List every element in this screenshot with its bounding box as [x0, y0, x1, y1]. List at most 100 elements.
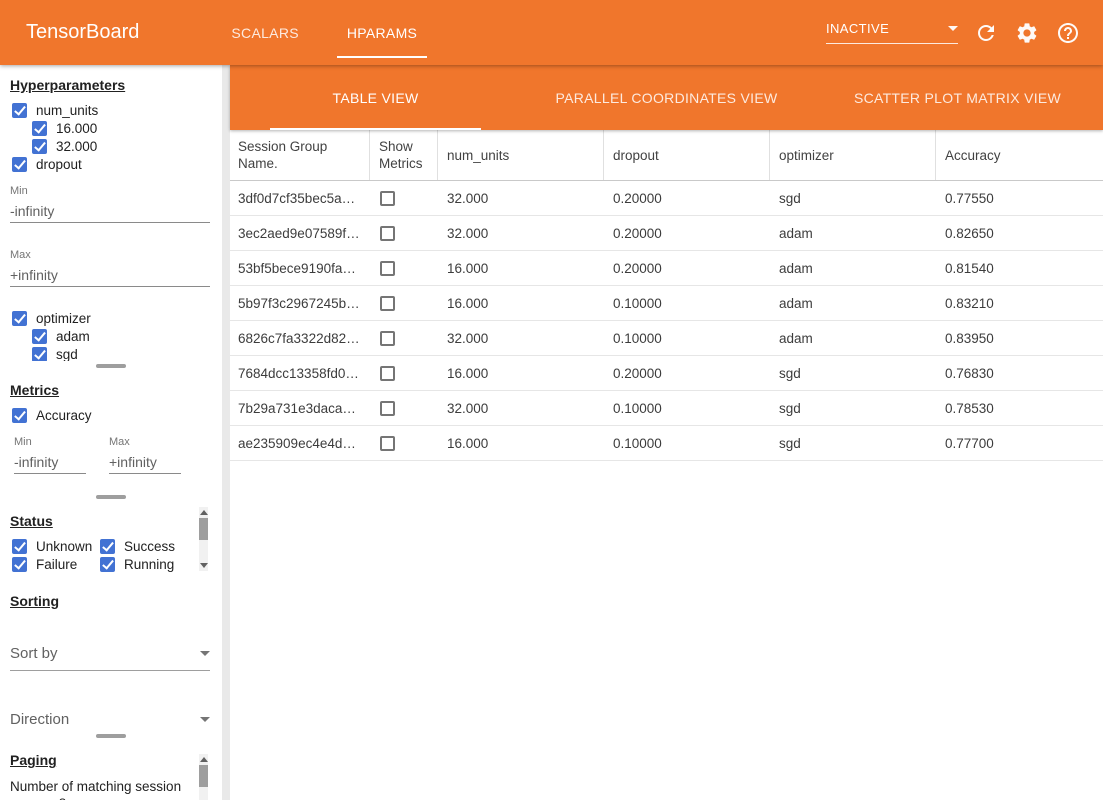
- metrics-max-field: Max: [109, 424, 181, 474]
- dropout-checkbox[interactable]: [12, 157, 27, 172]
- table-row: 5b97f3c2967245b… 16.000 0.10000 adam 0.8…: [230, 286, 1103, 321]
- num-units-32-checkbox[interactable]: [32, 139, 47, 154]
- checkbox-row-optimizer-sgd[interactable]: sgd: [0, 345, 222, 361]
- checkbox-row-num-units[interactable]: num_units: [0, 101, 222, 119]
- status-select-value: INACTIVE: [826, 21, 889, 36]
- scrollbar-thumb[interactable]: [199, 765, 208, 787]
- dropout-min-label: Min: [10, 185, 222, 197]
- table-row: 3ec2aed9e07589f… 32.000 0.20000 adam 0.8…: [230, 216, 1103, 251]
- optimizer-adam-checkbox[interactable]: [32, 329, 47, 344]
- optimizer-cell: adam: [770, 286, 936, 320]
- show-metrics-cell: [370, 321, 438, 355]
- show-metrics-checkbox[interactable]: [380, 436, 395, 451]
- tab-table-view[interactable]: TABLE VIEW: [230, 65, 521, 130]
- show-metrics-checkbox[interactable]: [380, 261, 395, 276]
- optimizer-sgd-checkbox[interactable]: [32, 347, 47, 362]
- scroll-up-icon[interactable]: [200, 510, 208, 515]
- checkbox-row-optimizer-adam[interactable]: adam: [0, 327, 222, 345]
- accuracy-checkbox[interactable]: [12, 408, 27, 423]
- accuracy-cell: 0.83210: [936, 286, 1103, 320]
- optimizer-checkbox[interactable]: [12, 311, 27, 326]
- num-units-16-label: 16.000: [56, 121, 97, 136]
- optimizer-sgd-label: sgd: [56, 347, 78, 362]
- gear-icon: [1015, 21, 1039, 45]
- pane-resize-handle[interactable]: [0, 361, 222, 370]
- app-title: TensorBoard: [0, 0, 165, 65]
- checkbox-row-accuracy[interactable]: Accuracy: [0, 406, 222, 424]
- accuracy-label: Accuracy: [36, 408, 92, 423]
- tab-hparams[interactable]: HPARAMS: [323, 0, 441, 65]
- show-metrics-checkbox[interactable]: [380, 226, 395, 241]
- show-metrics-checkbox[interactable]: [380, 191, 395, 206]
- sort-by-select[interactable]: Sort by: [10, 645, 210, 671]
- status-failure-label: Failure: [36, 557, 77, 572]
- metrics-max-label: Max: [109, 436, 181, 448]
- refresh-icon: [974, 21, 998, 45]
- direction-select[interactable]: Direction: [10, 711, 210, 731]
- dropout-max-input[interactable]: [10, 267, 210, 287]
- show-metrics-checkbox[interactable]: [380, 401, 395, 416]
- metrics-max-input[interactable]: [109, 454, 181, 474]
- status-running-checkbox[interactable]: [100, 557, 115, 572]
- status-select[interactable]: INACTIVE: [826, 21, 958, 44]
- hyperparameters-pane: Hyperparameters num_units 16.000 32.000 …: [0, 65, 222, 361]
- dropout-cell: 0.20000: [604, 181, 770, 215]
- show-metrics-cell: [370, 356, 438, 390]
- session-group-name-cell: 53bf5bece9190fa…: [230, 251, 370, 285]
- help-button[interactable]: [1055, 20, 1081, 46]
- refresh-button[interactable]: [973, 20, 999, 46]
- checkbox-row-status-unknown[interactable]: Unknown: [0, 537, 88, 555]
- num-units-cell: 16.000: [438, 356, 604, 390]
- metrics-min-input[interactable]: [14, 454, 86, 474]
- show-metrics-cell: [370, 216, 438, 250]
- scroll-up-icon[interactable]: [200, 757, 208, 762]
- show-metrics-checkbox[interactable]: [380, 296, 395, 311]
- app-header: TensorBoard SCALARS HPARAMS INACTIVE: [0, 0, 1103, 65]
- session-group-name-cell: 7b29a731e3daca…: [230, 391, 370, 425]
- tab-scatter-plot-matrix-view[interactable]: SCATTER PLOT MATRIX VIEW: [812, 65, 1103, 130]
- checkbox-row-num-units-16[interactable]: 16.000: [0, 119, 222, 137]
- optimizer-cell: sgd: [770, 391, 936, 425]
- accuracy-cell: 0.82650: [936, 216, 1103, 250]
- pane-resize-handle[interactable]: [0, 492, 222, 501]
- status-unknown-checkbox[interactable]: [12, 539, 27, 554]
- pane-resize-handle[interactable]: [0, 731, 222, 740]
- chevron-down-icon: [200, 717, 210, 722]
- show-metrics-cell: [370, 251, 438, 285]
- checkbox-row-dropout[interactable]: dropout: [0, 155, 222, 173]
- col-header-show-metrics: Show Metrics: [370, 130, 438, 180]
- status-success-label: Success: [124, 539, 175, 554]
- paging-scrollbar[interactable]: [199, 754, 208, 800]
- status-scrollbar[interactable]: [199, 507, 208, 571]
- table-row: ae235909ec4e4d… 16.000 0.10000 sgd 0.777…: [230, 426, 1103, 461]
- show-metrics-checkbox[interactable]: [380, 331, 395, 346]
- table-header: Session Group Name. Show Metrics num_uni…: [230, 130, 1103, 181]
- tab-scalars[interactable]: SCALARS: [207, 0, 322, 65]
- status-failure-checkbox[interactable]: [12, 557, 27, 572]
- checkbox-row-optimizer[interactable]: optimizer: [0, 309, 222, 327]
- status-success-checkbox[interactable]: [100, 539, 115, 554]
- metrics-min-field: Min: [14, 424, 86, 474]
- col-header-optimizer: optimizer: [770, 130, 936, 180]
- dropout-label: dropout: [36, 157, 82, 172]
- status-options: Unknown Success Failure Running: [0, 537, 222, 573]
- view-tabs: TABLE VIEW PARALLEL COORDINATES VIEW SCA…: [230, 65, 1103, 130]
- help-icon: [1056, 21, 1080, 45]
- checkbox-row-status-failure[interactable]: Failure: [0, 555, 88, 573]
- dropout-cell: 0.10000: [604, 286, 770, 320]
- session-group-name-cell: ae235909ec4e4d…: [230, 426, 370, 460]
- scroll-down-icon[interactable]: [200, 563, 208, 568]
- num-units-16-checkbox[interactable]: [32, 121, 47, 136]
- tab-parallel-coordinates-view[interactable]: PARALLEL COORDINATES VIEW: [521, 65, 812, 130]
- num-units-checkbox[interactable]: [12, 103, 27, 118]
- optimizer-cell: sgd: [770, 426, 936, 460]
- session-group-name-cell: 5b97f3c2967245b…: [230, 286, 370, 320]
- checkbox-row-num-units-32[interactable]: 32.000: [0, 137, 222, 155]
- paging-pane: Paging Number of matching session groups…: [0, 740, 222, 800]
- scrollbar-thumb[interactable]: [199, 518, 208, 540]
- dropout-min-input[interactable]: [10, 203, 210, 223]
- show-metrics-checkbox[interactable]: [380, 366, 395, 381]
- optimizer-cell: adam: [770, 321, 936, 355]
- settings-button[interactable]: [1014, 20, 1040, 46]
- show-metrics-cell: [370, 391, 438, 425]
